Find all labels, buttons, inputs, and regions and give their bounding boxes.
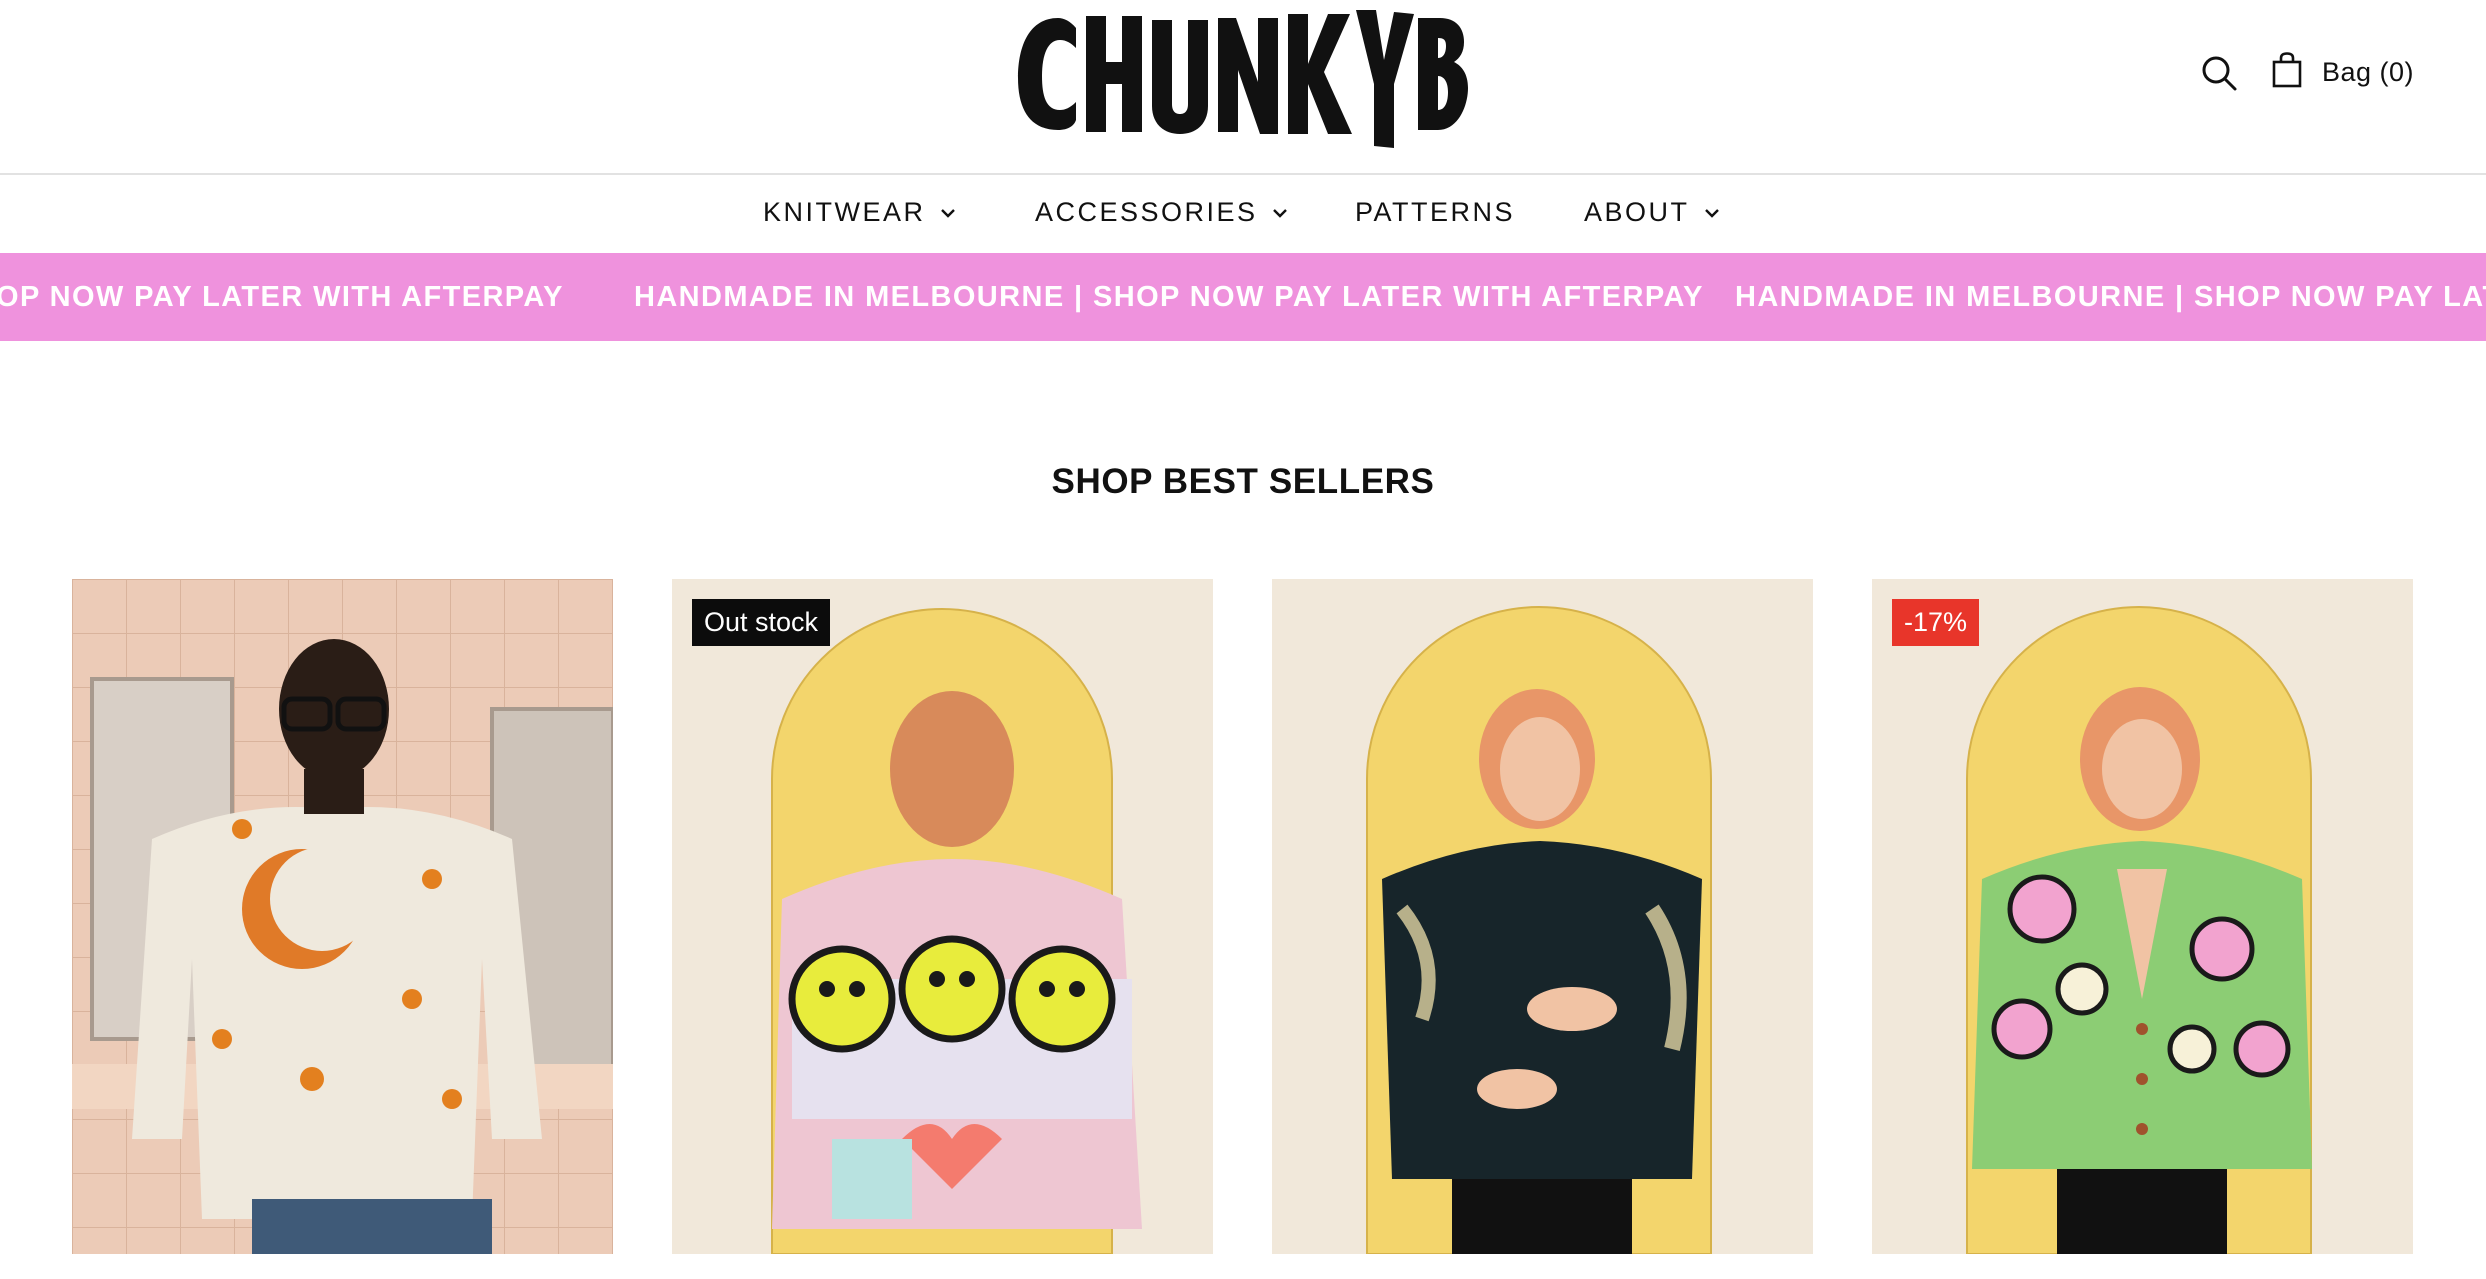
product-image [72,579,613,1254]
search-icon[interactable] [2200,54,2238,92]
product-image [1872,579,2413,1254]
chevron-down-icon [1704,208,1720,218]
nav-item-about[interactable]: ABOUT [1584,197,1720,228]
discount-badge: -17% [1892,599,1980,646]
nav-item-knitwear[interactable]: KNITWEAR [763,197,956,228]
header-actions: Bag (0) [2200,52,2414,93]
nav-item-label: ABOUT [1584,197,1690,227]
marquee-segment: HANDMADE IN MELBOURNE | SHOP NOW PAY LAT… [1735,281,2486,313]
product-card[interactable]: -17% [1872,579,2413,1254]
out-of-stock-badge: Out stock [692,599,831,646]
product-card[interactable] [72,579,613,1254]
product-image [1272,579,1813,1254]
nav-item-label: PATTERNS [1355,197,1516,227]
marquee-segment: HANDMADE IN MELBOURNE | SHOP NOW PAY LAT… [634,281,1704,313]
product-grid: Out stock -17% [0,579,2486,1279]
announcement-marquee: OP NOW PAY LATER WITH AFTERPAY HANDMADE … [0,253,2486,341]
bag-label: Bag (0) [2321,57,2414,87]
chevron-down-icon [1272,208,1288,218]
main-nav: KNITWEAR ACCESSORIES PATTERNS ABOUT [0,175,2486,253]
logo-wordmark [1018,10,1468,148]
product-card[interactable]: Out stock [672,579,1213,1254]
bag-button[interactable]: Bag (0) [2272,52,2414,93]
nav-item-accessories[interactable]: ACCESSORIES [1035,197,1288,228]
site-logo[interactable] [1010,0,1476,150]
product-image [672,579,1213,1254]
nav-item-label: KNITWEAR [763,197,926,227]
section-title: SHOP BEST SELLERS [1051,462,1435,501]
shopping-bag-icon [2272,52,2302,93]
site-header: Bag (0) [0,0,2486,175]
product-card[interactable] [1272,579,1813,1254]
nav-item-label: ACCESSORIES [1035,197,1258,227]
chevron-down-icon [940,208,956,218]
nav-item-patterns[interactable]: PATTERNS [1355,197,1515,228]
marquee-segment: OP NOW PAY LATER WITH AFTERPAY [0,281,564,313]
